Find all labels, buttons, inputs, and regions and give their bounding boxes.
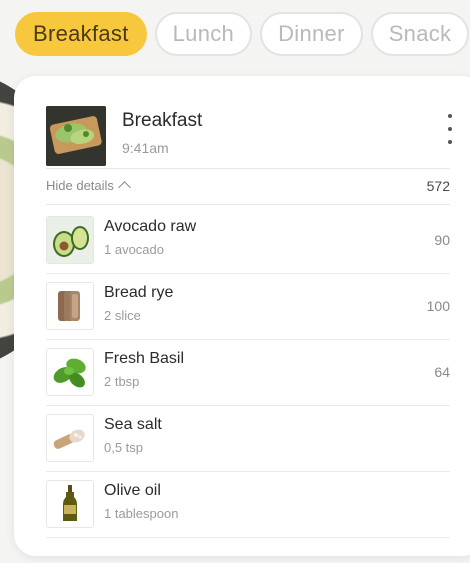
list-item[interactable]: Fresh Basil 2 tbsp 64 [46,340,450,406]
salt-icon [46,414,94,462]
meal-time: 9:41am [122,140,169,156]
food-amount: 0,5 tsp [104,440,144,455]
food-name: Olive oil [104,482,161,499]
meal-screen: Breakfast Lunch Dinner Snack Breakfast 9… [0,0,470,563]
food-amount: 2 tbsp [104,374,140,389]
total-calories: 572 [426,178,450,194]
olive-oil-icon [46,480,94,528]
tab-breakfast[interactable]: Breakfast [15,12,147,56]
avocado-icon [46,216,94,264]
meal-title: Breakfast [122,110,203,131]
list-item[interactable]: Sea salt 0,5 tsp [46,406,450,472]
food-list: Avocado raw 1 avocado 90 Bread rye 2 sli… [46,208,450,538]
meal-card: Breakfast 9:41am Hide details 572 Avocad… [14,76,470,556]
food-amount: 1 tablespoon [104,506,179,521]
basil-icon [46,348,94,396]
tab-lunch[interactable]: Lunch [154,12,253,56]
bread-icon [46,282,94,330]
details-divider [46,204,450,205]
list-item[interactable]: Avocado raw 1 avocado 90 [46,208,450,274]
list-item[interactable]: Olive oil 1 tablespoon [46,472,450,538]
hide-details-label: Hide details [46,178,114,193]
list-item[interactable]: Bread rye 2 slice 100 [46,274,450,340]
meal-tabs: Breakfast Lunch Dinner Snack [15,12,470,56]
meal-header: Breakfast 9:41am [46,106,466,166]
hide-details-toggle[interactable]: Hide details [46,178,131,194]
food-name: Fresh Basil [104,350,185,367]
food-amount: 2 slice [104,308,141,323]
food-amount: 1 avocado [104,242,164,257]
tab-snack[interactable]: Snack [370,12,470,56]
more-options-icon[interactable] [444,114,456,144]
details-row: Hide details 572 [46,178,450,198]
meal-photo [46,106,106,166]
food-name: Sea salt [104,416,162,433]
food-name: Avocado raw [104,218,197,235]
food-calories: 64 [434,364,450,380]
tab-dinner[interactable]: Dinner [260,12,363,56]
food-calories: 100 [426,298,450,314]
chevron-up-icon [118,181,131,194]
header-divider [46,168,450,169]
food-calories: 90 [434,232,450,248]
food-name: Bread rye [104,284,174,301]
